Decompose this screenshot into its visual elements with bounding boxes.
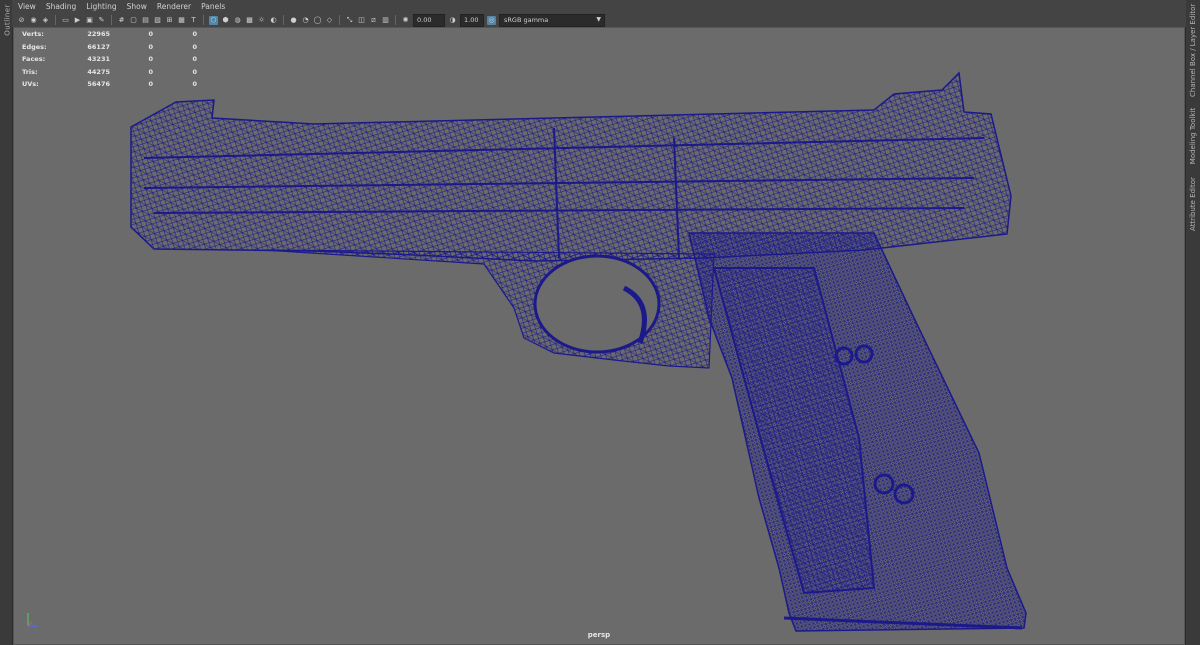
depth-of-field-icon[interactable]: ◇: [325, 16, 334, 25]
color-management-icon[interactable]: ◎: [487, 15, 496, 25]
panel-toolbar: ⊘ ◉ ◈ ▭ ▶ ▣ ✎ # ▢ ▤ ▧ ⊞ ▦ T ⬡ ⬢ ◍ ▩ ☼ ◐ …: [12, 13, 1186, 27]
ambient-occlusion-icon[interactable]: ●: [289, 16, 298, 25]
anti-aliasing-icon[interactable]: ◯: [313, 16, 322, 25]
field-chart-icon[interactable]: ⊞: [165, 16, 174, 25]
motion-blur-icon[interactable]: ◔: [301, 16, 310, 25]
slide-mesh: [130, 71, 1012, 262]
right-side-tab-strip: Channel Box / Layer Editor Modeling Tool…: [1185, 0, 1200, 645]
attribute-editor-tab[interactable]: Attribute Editor: [1189, 161, 1197, 247]
outliner-collapsed-tab[interactable]: Outliner: [0, 0, 13, 645]
wireframe-on-shaded-icon[interactable]: ◍: [233, 16, 242, 25]
xray-joints-icon[interactable]: ⧄: [369, 16, 378, 25]
select-camera-icon[interactable]: ⊘: [17, 16, 26, 25]
shadows-icon[interactable]: ◐: [269, 16, 278, 25]
xray-icon[interactable]: ◫: [357, 16, 366, 25]
chevron-down-icon: ▼: [596, 15, 601, 23]
pistol-wireframe-mesh[interactable]: [14, 28, 1184, 644]
menu-renderer[interactable]: Renderer: [157, 2, 191, 11]
axis-gizmo-icon: [27, 613, 38, 627]
persp-viewport[interactable]: Verts: 22965 0 0 Edges: 66127 0 0 Faces:…: [13, 27, 1185, 645]
camera-icon[interactable]: ▶: [73, 16, 82, 25]
grid-icon[interactable]: #: [117, 16, 126, 25]
view-transform-value: sRGB gamma: [504, 15, 549, 24]
exposure-icon: ✺: [402, 15, 409, 24]
image-plane-icon[interactable]: ▭: [61, 16, 70, 25]
camera-name-label: persp: [587, 631, 611, 639]
bookmark-icon[interactable]: ◈: [41, 16, 50, 25]
backface-culling-icon[interactable]: ▥: [381, 16, 390, 25]
menu-panels[interactable]: Panels: [201, 2, 225, 11]
safe-title-icon[interactable]: T: [189, 16, 198, 25]
panel-menu-bar: View Shading Lighting Show Renderer Pane…: [12, 0, 1186, 13]
menu-shading[interactable]: Shading: [46, 2, 76, 11]
grease-pencil-icon[interactable]: ✎: [97, 16, 106, 25]
gamma-field[interactable]: 1.00: [460, 13, 484, 27]
menu-lighting[interactable]: Lighting: [86, 2, 116, 11]
film-gate-icon[interactable]: ▢: [129, 16, 138, 25]
outliner-tab-label: Outliner: [3, 4, 12, 36]
gate-mask-icon[interactable]: ▧: [153, 16, 162, 25]
isolate-select-icon[interactable]: ⤡: [345, 16, 354, 25]
safe-action-icon[interactable]: ▦: [177, 16, 186, 25]
gamma-icon: ◑: [449, 15, 456, 24]
camera-attributes-icon[interactable]: ◉: [29, 16, 38, 25]
menu-show[interactable]: Show: [127, 2, 147, 11]
exposure-field[interactable]: 0.00: [413, 13, 445, 27]
view-transform-dropdown[interactable]: sRGB gamma ▼: [499, 13, 605, 27]
channel-box-tab[interactable]: Channel Box / Layer Editor: [1189, 4, 1197, 97]
smooth-shade-icon[interactable]: ⬢: [221, 16, 230, 25]
lights-icon[interactable]: ☼: [257, 16, 266, 25]
textured-icon[interactable]: ▩: [245, 16, 254, 25]
resolution-gate-icon[interactable]: ▤: [141, 16, 150, 25]
wireframe-icon[interactable]: ⬡: [209, 15, 218, 25]
menu-view[interactable]: View: [18, 2, 36, 11]
two-d-pan-icon[interactable]: ▣: [85, 16, 94, 25]
